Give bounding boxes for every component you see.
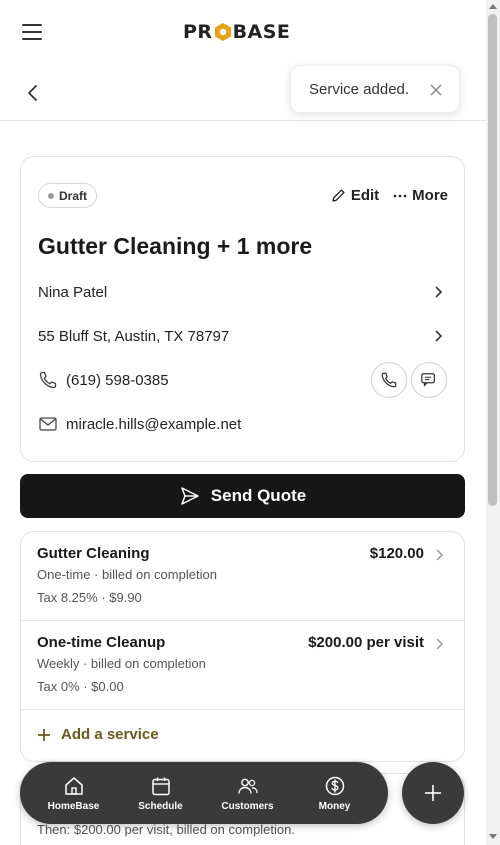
more-label: More	[412, 187, 448, 204]
service-schedule: One-time · billed on completion	[37, 567, 217, 582]
chevron-right-icon	[435, 330, 443, 342]
service-price: $120.00	[369, 545, 424, 562]
add-service-label: Add a service	[61, 726, 159, 743]
quote-title: Gutter Cleaning + 1 more	[38, 233, 313, 259]
pencil-icon	[332, 189, 345, 202]
users-icon	[237, 778, 258, 794]
calendar-icon	[151, 777, 170, 795]
toast-notification: Service added.	[290, 65, 460, 113]
scroll-down-arrow-icon[interactable]	[489, 834, 497, 839]
ellipsis-icon	[393, 194, 407, 197]
send-icon	[181, 487, 199, 505]
chevron-right-icon	[435, 286, 443, 298]
logo-text-right: BASE	[232, 21, 291, 43]
nav-label: Customers	[221, 800, 274, 812]
scroll-up-arrow-icon[interactable]	[489, 4, 497, 9]
chat-icon	[421, 373, 436, 387]
status-badge: Draft	[38, 183, 98, 208]
nav-item-homebase[interactable]: HomeBase	[39, 775, 109, 812]
quote-card: Draft Edit More Gutter Cleaning + 1 more…	[20, 156, 465, 462]
logo-hex-icon	[214, 22, 232, 42]
message-button[interactable]	[411, 362, 447, 398]
bottom-navigation: HomeBase Schedule Customers Money	[20, 762, 388, 824]
menu-icon[interactable]	[22, 24, 42, 40]
phone-icon	[381, 372, 397, 388]
service-schedule: Weekly · billed on completion	[37, 656, 206, 671]
scrollbar-thumb[interactable]	[488, 14, 497, 506]
home-icon	[64, 776, 83, 795]
close-icon[interactable]	[429, 83, 443, 97]
nav-item-money[interactable]: Money	[300, 775, 370, 812]
nav-item-customers[interactable]: Customers	[213, 775, 283, 812]
service-tax: Tax 8.25% · $9.90	[37, 590, 142, 605]
service-name: One-time Cleanup	[37, 634, 166, 651]
address-text: 55 Bluff St, Austin, TX 78797	[38, 327, 230, 345]
nav-label: Money	[318, 800, 351, 812]
send-quote-button[interactable]: Send Quote	[20, 474, 465, 518]
customer-name: Nina Patel	[38, 283, 108, 301]
add-fab-button[interactable]	[402, 762, 464, 824]
service-tax: Tax 0% · $0.00	[37, 679, 124, 694]
more-button[interactable]: More	[393, 187, 448, 204]
chevron-right-icon	[436, 638, 444, 650]
chevron-right-icon	[436, 549, 444, 561]
probase-logo[interactable]: PR BASE	[183, 21, 290, 43]
send-quote-label: Send Quote	[210, 486, 307, 505]
services-list: Gutter Cleaning $120.00 One-time · bille…	[20, 531, 465, 762]
service-item[interactable]: Gutter Cleaning $120.00 One-time · bille…	[21, 532, 464, 621]
email-address: miracle.hills@example.net	[66, 415, 242, 433]
status-dot	[48, 192, 54, 199]
top-bar: PR BASE	[0, 0, 486, 62]
status-label: Draft	[59, 188, 88, 203]
plus-icon	[38, 728, 50, 741]
phone-row: (619) 598-0385	[38, 362, 447, 398]
phone-number: (619) 598-0385	[66, 371, 169, 389]
call-button[interactable]	[371, 362, 407, 398]
phone-icon	[39, 371, 57, 389]
service-name: Gutter Cleaning	[37, 545, 150, 562]
plus-icon	[425, 785, 441, 801]
logo-text-left: PR	[183, 21, 213, 43]
address-row[interactable]: 55 Bluff St, Austin, TX 78797	[38, 321, 447, 351]
add-service-button[interactable]: Add a service	[37, 726, 159, 743]
service-item[interactable]: One-time Cleanup $200.00 per visit Weekl…	[21, 621, 464, 710]
nav-label: HomeBase	[47, 800, 100, 812]
mail-icon	[39, 417, 57, 431]
nav-item-schedule[interactable]: Schedule	[126, 775, 196, 812]
card-actions: Edit More	[331, 187, 448, 204]
toast-message: Service added.	[309, 80, 410, 98]
back-arrow-icon[interactable]	[22, 82, 44, 104]
dollar-icon	[325, 776, 344, 795]
nav-label: Schedule	[138, 800, 183, 812]
summary-recurring-text: Then: $200.00 per visit, billed on compl…	[37, 822, 295, 837]
page-scrollbar[interactable]	[486, 0, 500, 845]
customer-row[interactable]: Nina Patel	[38, 277, 447, 307]
edit-button[interactable]: Edit	[331, 187, 379, 204]
edit-label: Edit	[350, 187, 380, 204]
email-row: miracle.hills@example.net	[38, 409, 447, 439]
service-price: $200.00 per visit	[308, 634, 424, 651]
